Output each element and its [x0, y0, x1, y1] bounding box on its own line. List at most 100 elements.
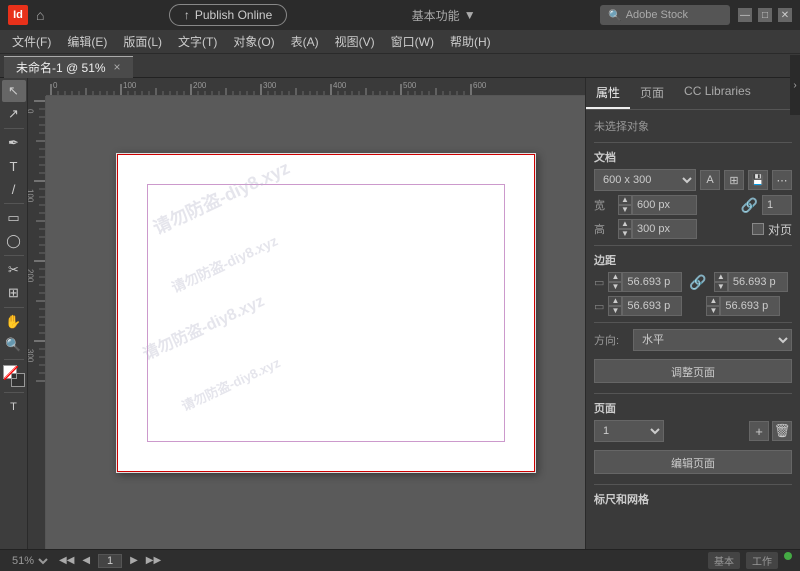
width-input[interactable] — [632, 195, 697, 215]
nav-prev-button[interactable]: ◀ — [82, 555, 90, 566]
direction-select[interactable]: 水平 — [633, 329, 792, 351]
margin-left-up[interactable]: ▲ — [706, 296, 720, 306]
page-border — [117, 154, 535, 472]
document-tab[interactable]: 未命名-1 @ 51% × — [4, 56, 133, 78]
height-input[interactable] — [632, 219, 697, 239]
panel-expand-btn[interactable]: › — [790, 78, 800, 115]
tab-properties[interactable]: 属性 — [586, 78, 630, 109]
margin-bottom-up[interactable]: ▲ — [608, 296, 622, 306]
current-page-input[interactable] — [98, 554, 122, 568]
margin-bottom-down[interactable]: ▼ — [608, 306, 622, 316]
width-spin-down[interactable]: ▼ — [618, 205, 632, 215]
nav-start-button[interactable]: ◀◀ — [59, 555, 74, 566]
margin-bottom-input[interactable] — [622, 296, 682, 316]
delete-page-button[interactable]: 🗑 — [772, 421, 792, 441]
restore-button[interactable]: □ — [758, 8, 772, 22]
workspace-arrow-icon[interactable]: ▼ — [464, 8, 476, 22]
menu-item-窗口(W)[interactable]: 窗口(W) — [383, 31, 442, 52]
margin-top-input[interactable] — [622, 272, 682, 292]
edit-page-button[interactable]: 编辑页面 — [594, 450, 792, 474]
nav-next-button[interactable]: ▶ — [130, 555, 138, 566]
menu-item-帮助(H)[interactable]: 帮助(H) — [442, 31, 499, 52]
nav-end-button[interactable]: ▶▶ — [146, 555, 161, 566]
doc-size-select[interactable]: 600 x 300 — [594, 169, 696, 191]
close-button[interactable]: ✕ — [778, 8, 792, 22]
tabbar: 未命名-1 @ 51% × — [0, 54, 800, 78]
page-select[interactable]: 1 — [594, 420, 664, 442]
width-spin-up[interactable]: ▲ — [618, 195, 632, 205]
tab-cc-libraries[interactable]: CC Libraries — [674, 78, 761, 109]
margin-left-input[interactable] — [720, 296, 780, 316]
height-spin-up[interactable]: ▲ — [618, 219, 632, 229]
doc-icon-cols[interactable]: ⊞ — [724, 170, 744, 190]
tool-separator-6 — [4, 392, 24, 393]
fill-stroke-color[interactable] — [3, 365, 25, 387]
right-panel: › 属性 页面 CC Libraries 未选择对象 文档 600 x 300 … — [585, 78, 800, 549]
direct-select-tool[interactable]: ↗ — [2, 103, 26, 125]
hand-tool[interactable]: ✋ — [2, 311, 26, 333]
line-tool[interactable]: / — [2, 178, 26, 200]
publish-online-button[interactable]: ↑ Publish Online — [169, 4, 287, 26]
zoom-select[interactable]: 51% — [8, 554, 51, 568]
doc-size-row: 600 x 300 A ⊞ 💾 ⋯ — [594, 169, 792, 191]
svg-text:100: 100 — [28, 189, 35, 203]
margin-top-down[interactable]: ▼ — [608, 282, 622, 292]
tool-separator-3 — [4, 255, 24, 256]
add-page-button[interactable]: + — [749, 421, 769, 441]
margin-top-up[interactable]: ▲ — [608, 272, 622, 282]
pen-tool[interactable]: ✒ — [2, 132, 26, 154]
width-label: 宽 — [594, 197, 614, 213]
doc-icon-save[interactable]: 💾 — [748, 170, 768, 190]
menu-item-版面(L)[interactable]: 版面(L) — [115, 31, 170, 52]
zoom-tool[interactable]: 🔍 — [2, 334, 26, 356]
menu-item-对象(O)[interactable]: 对象(O) — [225, 31, 282, 52]
margin-bottom-row: ▭ ▲ ▼ ▲ ▼ — [594, 296, 792, 316]
menu-item-编辑(E)[interactable]: 编辑(E) — [59, 31, 115, 52]
margin-left-wrapper: ▲ ▼ — [706, 296, 780, 316]
menu-item-表(A)[interactable]: 表(A) — [283, 31, 327, 52]
home-icon[interactable]: ⌂ — [36, 7, 44, 23]
minimize-button[interactable]: — — [738, 8, 752, 22]
margin-left-down[interactable]: ▼ — [706, 306, 720, 316]
type-on-path-tool[interactable]: T — [2, 396, 26, 418]
rect-tool[interactable]: ▭ — [2, 207, 26, 229]
menu-item-文件(F)[interactable]: 文件(F) — [4, 31, 59, 52]
margin-bottom-spin: ▲ ▼ — [608, 296, 622, 316]
canvas-area: 0100200300400500600 0100200300 请勿防盗-diy8… — [28, 78, 585, 549]
scissors-tool[interactable]: ✂ — [2, 259, 26, 281]
margin-right-input[interactable] — [728, 272, 788, 292]
menu-item-文字(T)[interactable]: 文字(T) — [170, 31, 225, 52]
canvas-viewport[interactable]: 请勿防盗-diy8.xyz 请勿防盗-diy8.xyz 请勿防盗-diy8.xy… — [46, 96, 585, 549]
height-spin-down[interactable]: ▼ — [618, 229, 632, 239]
page-number-row: 1 + 🗑 — [594, 420, 792, 442]
tab-pages[interactable]: 页面 — [630, 78, 674, 109]
pages-input[interactable] — [762, 195, 792, 215]
margin-bottom-wrapper: ▲ ▼ — [608, 296, 682, 316]
margin-guides — [147, 184, 505, 442]
search-box[interactable]: 🔍 Adobe Stock — [600, 5, 730, 25]
direction-label: 方向: — [594, 332, 629, 348]
search-icon: 🔍 — [608, 9, 622, 22]
tab-label: 未命名-1 @ 51% — [16, 59, 106, 76]
menubar: 文件(F)编辑(E)版面(L)文字(T)对象(O)表(A)视图(V)窗口(W)帮… — [0, 30, 800, 54]
margin-top-row: ▭ ▲ ▼ 🔗 ▲ ▼ — [594, 272, 792, 292]
gradient-tool[interactable]: ⊞ — [2, 282, 26, 304]
tab-close-icon[interactable]: × — [114, 60, 121, 74]
titlebar: Id ⌂ ↑ Publish Online 基本功能 ▼ 🔍 Adobe Sto… — [0, 0, 800, 30]
ellipse-tool[interactable]: ◯ — [2, 230, 26, 252]
type-tool[interactable]: T — [2, 155, 26, 177]
adjust-page-button[interactable]: 调整页面 — [594, 359, 792, 383]
titlebar-left: Id ⌂ — [8, 5, 44, 25]
statusbar: 51% ◀◀ ◀ ▶ ▶▶ 基本 工作 — [0, 549, 800, 571]
section-ruler-title: 标尺和网格 — [594, 491, 792, 507]
margin-left-spin: ▲ ▼ — [706, 296, 720, 316]
doc-icon-a[interactable]: A — [700, 170, 720, 190]
select-tool[interactable]: ↖ — [2, 80, 26, 102]
facing-checkbox[interactable] — [752, 223, 764, 235]
publish-btn-wrapper: ↑ Publish Online — [169, 4, 287, 26]
margin-right-down[interactable]: ▼ — [714, 282, 728, 292]
no-selection-label: 未选择对象 — [594, 118, 792, 134]
doc-icon-more[interactable]: ⋯ — [772, 170, 792, 190]
menu-item-视图(V)[interactable]: 视图(V) — [327, 31, 383, 52]
margin-right-up[interactable]: ▲ — [714, 272, 728, 282]
